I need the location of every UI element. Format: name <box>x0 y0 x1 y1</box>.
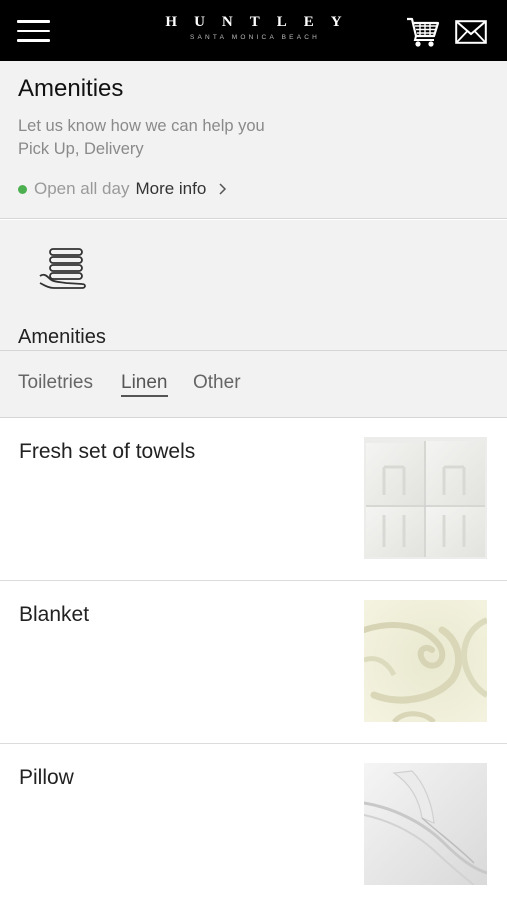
folded-towels-photo <box>364 437 487 559</box>
item-name: Pillow <box>19 766 74 789</box>
category-selector: Amenities <box>0 220 507 354</box>
list-item-towels[interactable]: Fresh set of towels <box>0 418 507 581</box>
service-info-panel: Amenities Let us know how we can help yo… <box>0 61 507 219</box>
description-line: Let us know how we can help you <box>18 117 265 135</box>
towels-in-hand-icon <box>39 248 86 289</box>
open-status-dot-icon <box>18 184 27 194</box>
status-text: Open all day <box>34 179 130 198</box>
description-line: Pick Up, Delivery <box>18 140 144 158</box>
pillow-photo <box>364 763 487 885</box>
tab-linen[interactable]: Linen <box>121 372 168 394</box>
page-title: Amenities <box>18 75 124 102</box>
cart-icon[interactable] <box>406 16 440 48</box>
tab-toiletries[interactable]: Toiletries <box>18 372 93 394</box>
list-item-pillow[interactable]: Pillow <box>0 744 507 900</box>
more-info-link[interactable]: More info <box>135 178 230 200</box>
status-row: Open all day More info <box>18 178 230 200</box>
service-description: Let us know how we can help you Pick Up,… <box>18 115 265 161</box>
mail-icon[interactable] <box>455 20 487 44</box>
tab-other[interactable]: Other <box>193 372 241 394</box>
active-tab-underline <box>121 395 168 397</box>
subcategory-tabs: Toiletries Linen Other <box>0 351 507 418</box>
item-name: Fresh set of towels <box>19 440 196 463</box>
category-label: Amenities <box>18 326 106 348</box>
more-info-label: More info <box>135 179 207 198</box>
fleece-blanket-photo <box>364 600 487 722</box>
category-amenities[interactable]: Amenities <box>18 244 112 354</box>
top-bar: HUNTLEY SANTA MONICA BEACH <box>0 0 507 61</box>
item-name: Blanket <box>19 603 90 626</box>
chevron-right-icon <box>219 183 227 195</box>
list-item-blanket[interactable]: Blanket <box>0 581 507 744</box>
